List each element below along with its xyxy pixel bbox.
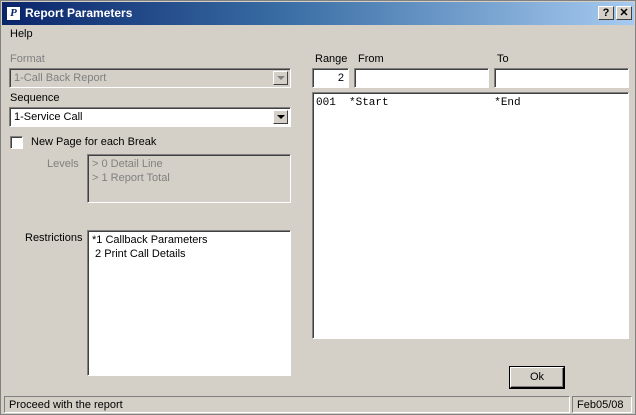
chevron-down-icon: [277, 76, 285, 80]
help-question-button[interactable]: ?: [598, 6, 614, 20]
format-value: 1-Call Back Report: [14, 72, 107, 84]
ok-button[interactable]: Ok: [510, 367, 564, 388]
range-row[interactable]: 001 *Start *End: [316, 97, 521, 109]
range-value: 2: [337, 72, 344, 84]
menu-bar: Help: [2, 25, 634, 44]
sequence-value: 1-Service Call: [14, 111, 83, 123]
restriction-item[interactable]: *1 Callback Parameters: [92, 234, 208, 246]
status-bar: Proceed with the report Feb05/08: [2, 395, 634, 414]
from-input[interactable]: [354, 68, 489, 88]
levels-list: > 0 Detail Line > 1 Report Total: [87, 154, 291, 203]
sequence-dropdown-button[interactable]: [273, 110, 288, 124]
level-item: > 0 Detail Line: [92, 158, 163, 170]
new-page-checkbox[interactable]: [10, 136, 23, 149]
window-title: Report Parameters: [25, 6, 133, 20]
format-dropdown-button[interactable]: [273, 71, 288, 85]
restriction-item[interactable]: 2 Print Call Details: [92, 248, 186, 260]
chevron-down-icon: [277, 115, 285, 119]
to-input[interactable]: [494, 68, 629, 88]
restrictions-label: Restrictions: [25, 232, 83, 244]
report-parameters-window: P Report Parameters ? ✕ Help Format 1-Ca…: [0, 0, 636, 415]
levels-label: Levels: [47, 158, 79, 170]
status-date: Feb05/08: [572, 396, 632, 413]
restrictions-list[interactable]: *1 Callback Parameters 2 Print Call Deta…: [87, 230, 291, 376]
sequence-combobox[interactable]: 1-Service Call: [9, 107, 291, 127]
sequence-label: Sequence: [10, 92, 60, 104]
status-message: Proceed with the report: [4, 396, 570, 413]
new-page-label[interactable]: New Page for each Break: [31, 136, 156, 148]
range-label: Range: [315, 53, 348, 65]
level-item: > 1 Report Total: [92, 172, 170, 184]
range-list[interactable]: 001 *Start *End: [312, 92, 629, 339]
from-label: From: [358, 53, 384, 65]
format-label: Format: [10, 53, 45, 65]
menu-help[interactable]: Help: [10, 28, 33, 40]
title-bar[interactable]: P Report Parameters ? ✕: [2, 2, 634, 25]
to-label: To: [497, 53, 509, 65]
format-combobox[interactable]: 1-Call Back Report: [9, 68, 291, 88]
app-icon: P: [6, 6, 21, 21]
close-button[interactable]: ✕: [616, 6, 632, 20]
range-input[interactable]: 2: [312, 68, 349, 88]
